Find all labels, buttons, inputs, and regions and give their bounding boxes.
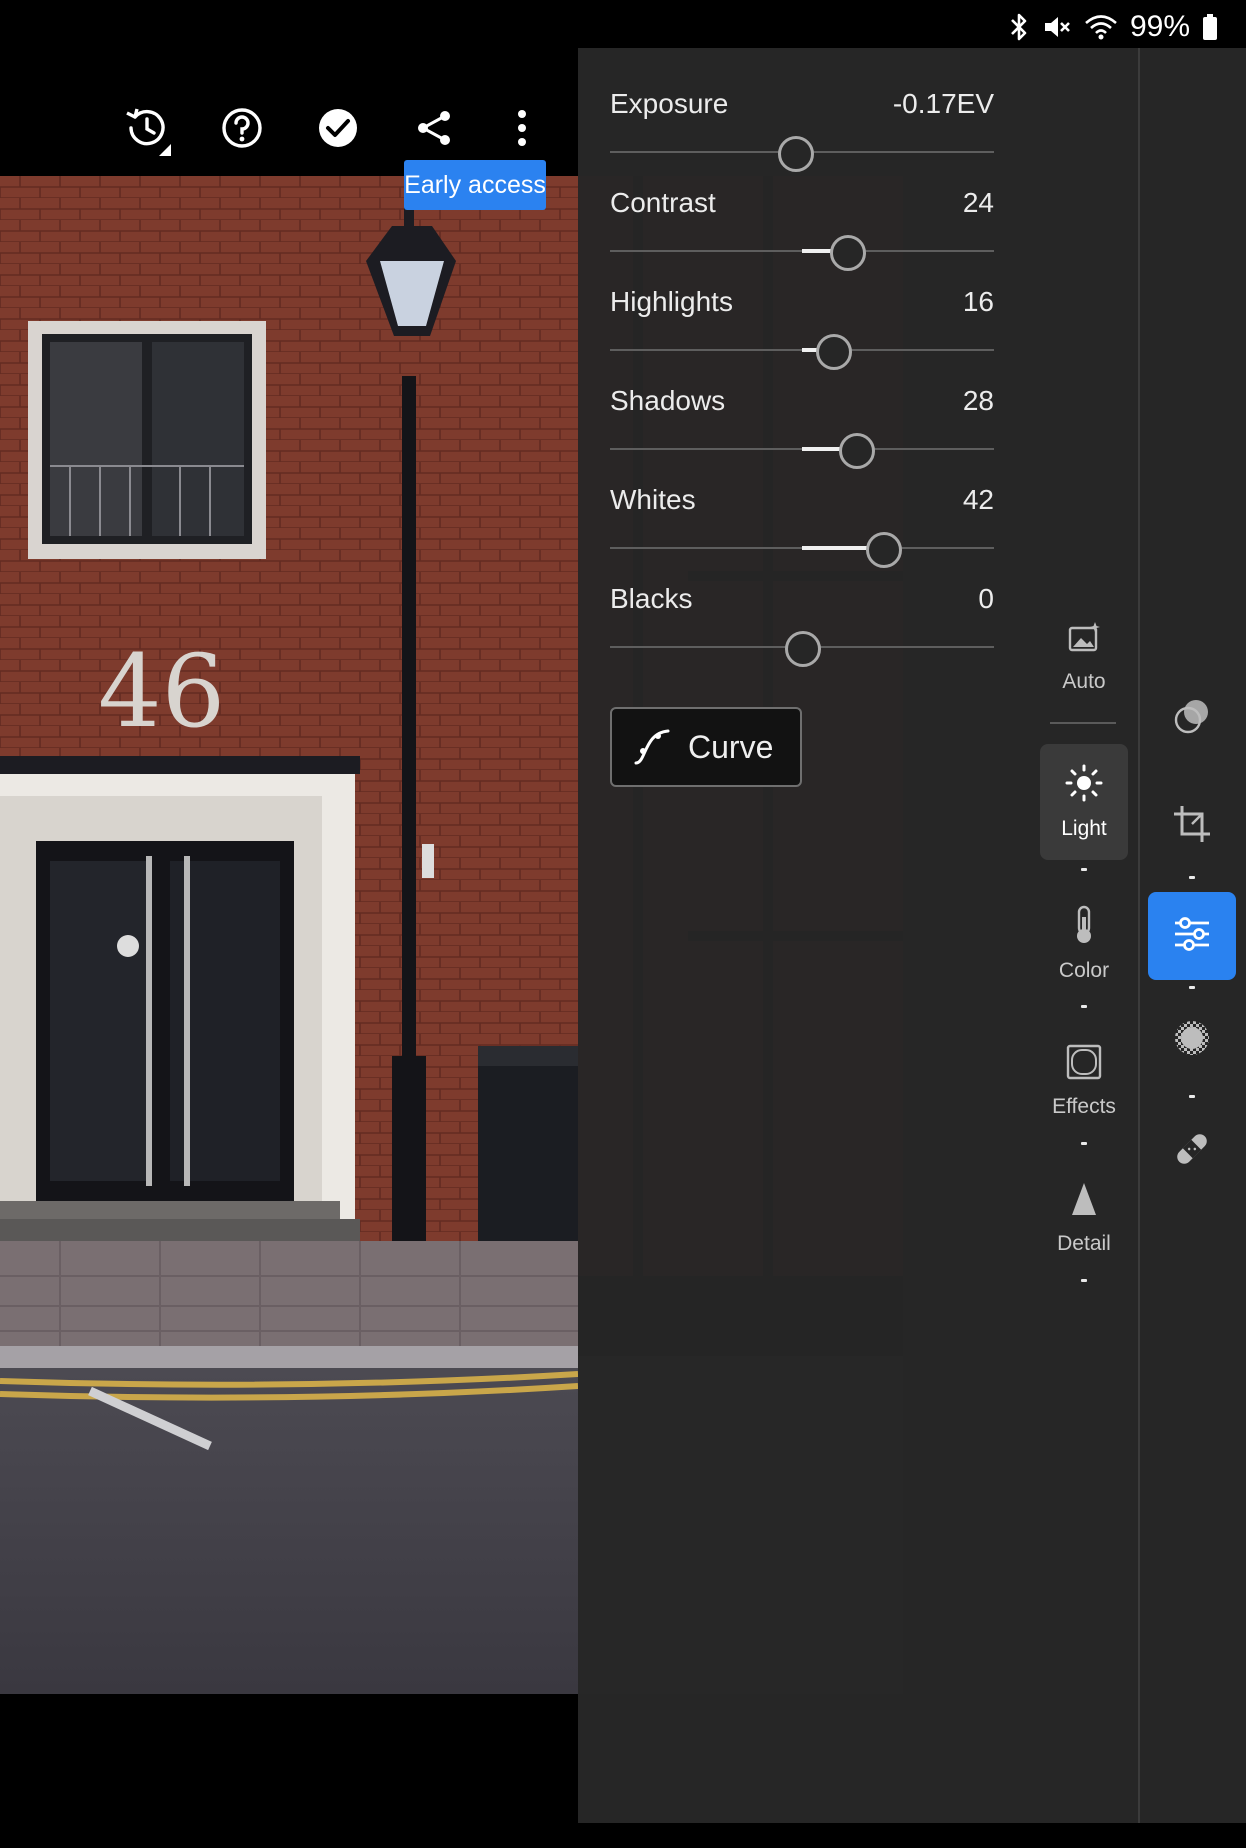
- slider-value: 42: [962, 484, 994, 515]
- category-label: Auto: [1062, 670, 1106, 693]
- category-indicator: [1081, 868, 1087, 871]
- presets-icon: [1172, 696, 1212, 740]
- bandage-icon: [1172, 1129, 1212, 1173]
- house-number: 46: [98, 633, 225, 750]
- sun-icon: [1064, 763, 1104, 807]
- slider-thumb[interactable]: [815, 334, 852, 370]
- category-light[interactable]: Light: [1040, 744, 1128, 860]
- crop-icon: [1172, 804, 1212, 848]
- more-vert-icon[interactable]: [494, 100, 550, 156]
- checkmark-icon[interactable]: [310, 100, 366, 156]
- category-label: Light: [1061, 817, 1107, 840]
- category-label: Effects: [1052, 1095, 1116, 1118]
- bottom-filler: [0, 1694, 578, 1848]
- bluetooth-icon: [1008, 13, 1030, 41]
- slider-thumb[interactable]: [865, 532, 902, 568]
- slider-label: Shadows: [610, 385, 726, 416]
- slider-thumb[interactable]: [785, 631, 821, 667]
- tool-crop[interactable]: [1148, 782, 1236, 870]
- triangle-icon: [1066, 1180, 1102, 1222]
- slider-value: 16: [962, 286, 994, 317]
- category-indicator: [1081, 1142, 1087, 1145]
- tool-indicator: [1189, 1095, 1195, 1098]
- tool-healing[interactable]: [1148, 1107, 1236, 1195]
- slider-thumb[interactable]: [838, 433, 875, 469]
- slider-value: -0.17EV: [892, 88, 994, 119]
- masking-icon: [1172, 1018, 1212, 1062]
- wifi-icon: [1084, 13, 1118, 41]
- category-label: Color: [1058, 959, 1110, 982]
- slider-label: Exposure: [610, 88, 729, 119]
- sliders-icon: [1171, 913, 1213, 959]
- slider-label: Contrast: [610, 187, 716, 218]
- share-icon[interactable]: [406, 100, 462, 156]
- category-separator: [1050, 722, 1116, 724]
- thermometer-icon: [1066, 905, 1102, 949]
- photo-canvas[interactable]: 46: [0, 176, 578, 1694]
- curve-label: Curve: [688, 728, 774, 765]
- tool-masking[interactable]: [1148, 996, 1236, 1084]
- tool-indicator: [1189, 986, 1195, 989]
- battery-icon: [1202, 13, 1218, 41]
- category-auto[interactable]: Auto: [1040, 620, 1128, 694]
- tool-presets[interactable]: [1148, 674, 1236, 762]
- slider-thumb[interactable]: [829, 235, 866, 271]
- slider-label: Whites: [610, 484, 696, 515]
- category-effects[interactable]: Effects: [1040, 1043, 1128, 1119]
- category-indicator: [1081, 1005, 1087, 1008]
- category-indicator: [1081, 1279, 1087, 1282]
- mute-icon: [1042, 13, 1072, 41]
- tool-edit[interactable]: [1148, 892, 1236, 980]
- category-color[interactable]: Color: [1040, 905, 1128, 983]
- curve-icon: [632, 727, 672, 767]
- auto-image-icon: [1066, 620, 1102, 660]
- category-detail[interactable]: Detail: [1040, 1180, 1128, 1256]
- slider-label: Highlights: [610, 286, 733, 317]
- slider-value: 0: [978, 583, 994, 614]
- early-access-badge[interactable]: Early access: [404, 160, 546, 210]
- slider-label: Blacks: [610, 583, 693, 614]
- battery-percent: 99%: [1129, 10, 1190, 43]
- tool-indicator: [1189, 876, 1195, 879]
- top-toolbar: [0, 48, 578, 176]
- history-icon[interactable]: [117, 100, 173, 156]
- status-bar: 99%: [0, 0, 1246, 48]
- help-icon[interactable]: [214, 100, 270, 156]
- slider-value: 24: [962, 187, 994, 218]
- curve-button[interactable]: Curve: [610, 707, 802, 787]
- vignette-icon: [1065, 1043, 1103, 1085]
- slider-value: 28: [962, 385, 994, 416]
- category-label: Detail: [1057, 1232, 1111, 1255]
